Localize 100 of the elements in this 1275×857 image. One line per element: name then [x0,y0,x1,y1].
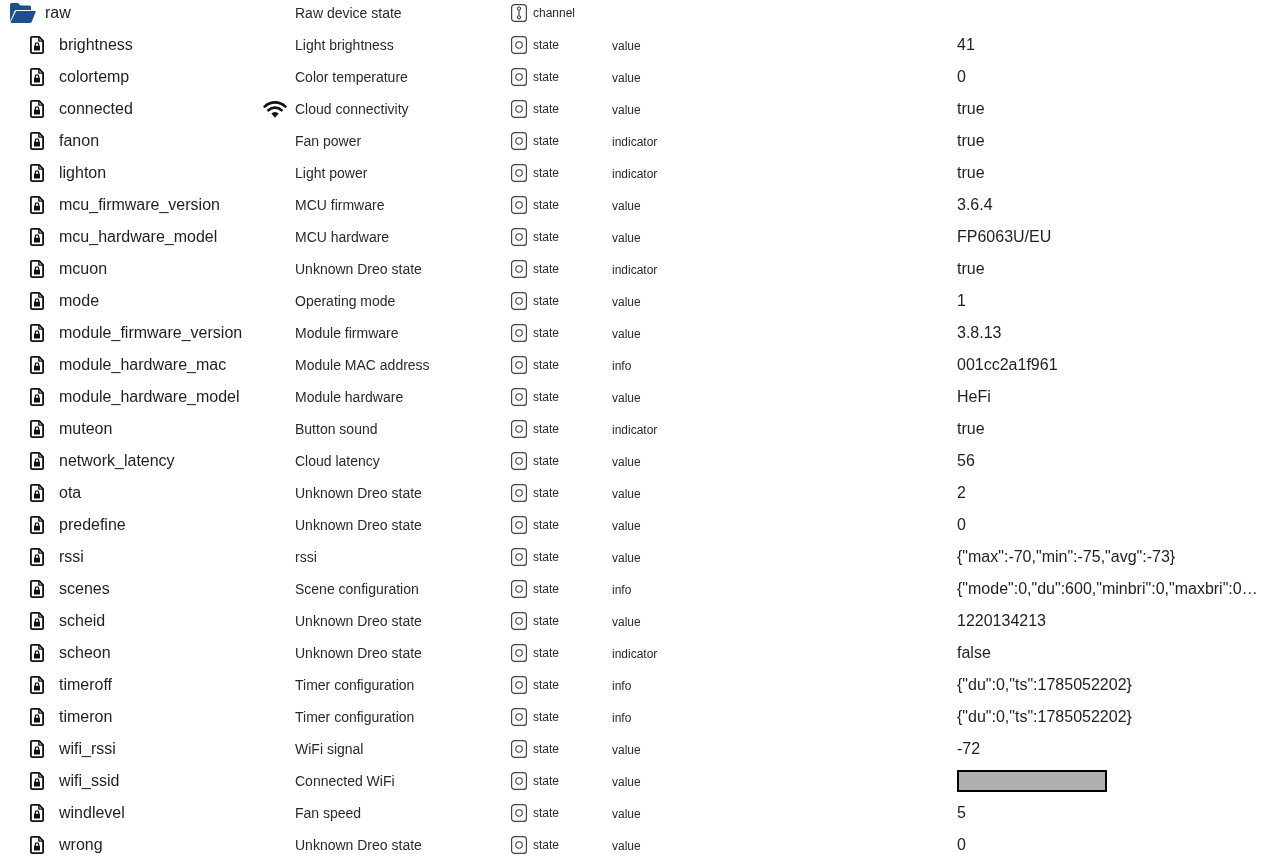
object-name[interactable]: ota [59,484,82,502]
object-type: state [533,390,559,404]
object-name[interactable]: scheon [59,644,111,662]
object-role: info [612,359,632,373]
object-name[interactable]: mcu_firmware_version [59,196,220,214]
object-name[interactable]: mcuon [59,260,108,278]
object-value: FP6063U/EU [957,228,1052,246]
state-icon [511,100,527,118]
object-value: HeFi [957,388,991,406]
state-icon [511,708,527,726]
object-type: state [533,678,559,692]
object-role: value [612,775,641,789]
object-value: 0 [957,836,966,854]
state-icon [511,388,527,406]
locked-file-icon [30,676,44,694]
locked-file-icon [30,228,44,246]
state-icon [511,132,527,150]
object-value: true [957,420,985,438]
object-name[interactable]: brightness [59,36,133,54]
object-role: value [612,551,641,565]
object-name[interactable]: module_hardware_model [59,388,240,406]
object-value: {"du":0,"ts":1785052202} [957,676,1132,694]
locked-file-icon [30,132,44,150]
object-type: state [533,262,559,276]
object-name[interactable]: network_latency [59,452,175,470]
object-type: state [533,774,559,788]
locked-file-icon [30,548,44,566]
object-name[interactable]: rssi [59,548,84,566]
object-role: value [612,231,641,245]
state-icon [511,836,527,854]
object-name[interactable]: lighton [59,164,107,182]
object-name[interactable]: scheid [59,612,106,630]
object-type: state [533,806,559,820]
object-type: state [533,550,559,564]
object-type: state [533,422,559,436]
object-name[interactable]: module_firmware_version [59,324,243,342]
object-name[interactable]: mode [59,292,100,310]
object-name[interactable]: colortemp [59,68,130,86]
object-type: state [533,230,559,244]
object-value: 1220134213 [957,612,1046,630]
object-name[interactable]: wrong [59,836,103,854]
object-name[interactable]: mcu_hardware_model [59,228,218,246]
object-type: state [533,742,559,756]
object-name[interactable]: wifi_rssi [59,740,116,758]
object-role: indicator [612,263,658,277]
object-value: true [957,260,985,278]
object-role: value [612,295,641,309]
object-description: Timer configuration [295,677,416,693]
object-value: {"max":-70,"min":-75,"avg":-73} [957,548,1176,566]
object-name[interactable]: timeron [59,708,113,726]
object-name[interactable]: scenes [59,580,110,598]
state-icon [511,164,527,182]
object-name[interactable]: raw [45,4,71,22]
object-value: false [957,644,991,662]
object-value: 2 [957,484,966,502]
object-description: MCU firmware [295,197,386,213]
object-name[interactable]: timeroff [59,676,113,694]
object-description: WiFi signal [295,741,365,757]
object-role: value [612,615,641,629]
object-description: Connected WiFi [295,773,396,789]
object-description: Unknown Dreo state [295,261,423,277]
locked-file-icon [30,420,44,438]
object-role: indicator [612,135,658,149]
object-name[interactable]: module_hardware_mac [59,356,227,374]
object-description: Operating mode [295,293,397,309]
object-name[interactable]: wifi_ssid [59,772,120,790]
object-description: Fan speed [295,805,363,821]
locked-file-icon [30,36,44,54]
object-name[interactable]: connected [59,100,133,118]
object-type: state [533,358,559,372]
state-icon [511,644,527,662]
object-role: value [612,839,641,853]
object-name[interactable]: predefine [59,516,126,534]
object-name[interactable]: fanon [59,132,100,150]
object-description: Raw device state [295,5,403,21]
object-description: Unknown Dreo state [295,613,423,629]
object-type: state [533,646,559,660]
object-value: true [957,100,985,118]
object-description: Unknown Dreo state [295,837,423,853]
object-value: 3.6.4 [957,196,993,214]
object-name[interactable]: muteon [59,420,113,438]
object-description: Timer configuration [295,709,416,725]
state-icon [511,260,527,278]
state-icon [511,676,527,694]
object-role: value [612,39,641,53]
state-icon [511,68,527,86]
object-value: {"mode":0,"du":600,"minbri":0,"maxbri":0… [957,580,1258,598]
state-icon [511,324,527,342]
locked-file-icon [30,164,44,182]
object-description: Cloud latency [295,453,381,469]
locked-file-icon [30,580,44,598]
object-description: Unknown Dreo state [295,517,423,533]
object-description: Scene configuration [295,581,420,597]
object-type: state [533,582,559,596]
object-role: value [612,391,641,405]
object-name[interactable]: windlevel [59,804,125,822]
object-type: state [533,614,559,628]
object-value: 1 [957,292,966,310]
object-type: state [533,518,559,532]
object-value: 001cc2a1f961 [957,356,1058,374]
